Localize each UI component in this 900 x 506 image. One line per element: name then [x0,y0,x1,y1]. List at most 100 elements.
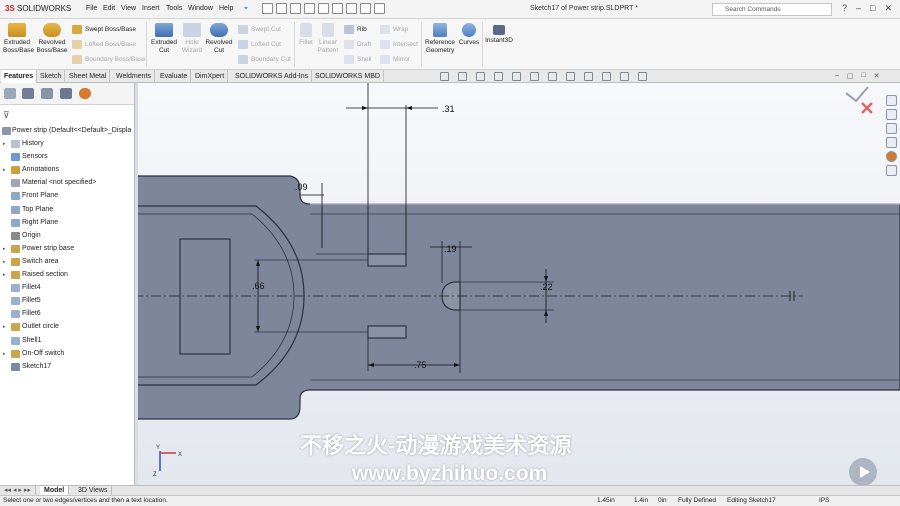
linear-pattern-button[interactable]: Linear Pattern [316,23,340,54]
edit-appearance-icon[interactable] [584,72,593,81]
options-icon[interactable] [374,3,385,14]
menu-tools[interactable]: Tools [166,5,182,12]
expand-arrow-icon[interactable]: ▸ [3,243,6,255]
boundary-boss-button[interactable]: Boundary Boss/Base [72,55,146,64]
model-canvas[interactable]: .31 .09 .66 .19 .22 .75 X Y Z [138,83,900,485]
wrap-button[interactable]: Wrap [380,25,408,34]
rebuild-icon[interactable] [360,3,371,14]
tree-root[interactable]: Power strip (Default<<Default>_Displa [0,125,134,137]
zoom-to-fit-icon[interactable] [440,72,449,81]
tree-item[interactable]: Top Plane [0,204,134,216]
open-icon[interactable] [276,3,287,14]
revolved-boss-button[interactable]: Revolved Boss/Base [36,23,68,54]
pin-icon[interactable]: ⌖ [244,5,248,13]
tree-item[interactable]: Shell1 [0,335,134,347]
status-units[interactable]: IPS [819,497,829,504]
rib-button[interactable]: Rib [344,25,367,34]
swept-cut-button[interactable]: Swept Cut [238,25,281,34]
filter-icon[interactable]: ⊽ [3,110,10,121]
file-explorer-icon[interactable] [886,123,897,134]
tree-item[interactable]: Origin [0,230,134,242]
print-icon[interactable] [304,3,315,14]
boundary-cut-button[interactable]: Boundary Cut [238,55,291,64]
expand-arrow-icon[interactable]: ▸ [3,348,6,360]
new-document-icon[interactable] [262,3,273,14]
tree-item[interactable]: Right Plane [0,217,134,229]
confirmation-corner[interactable] [845,86,873,114]
shell-button[interactable]: Shell [344,55,371,64]
graphics-area[interactable]: .31 .09 .66 .19 .22 .75 X Y Z [138,83,900,485]
dimxpert-manager-tab-icon[interactable] [60,88,72,99]
tree-item[interactable]: ▸ History [0,138,134,150]
display-pane-icon[interactable] [638,72,647,81]
reference-geometry-button[interactable]: Reference Geometry [424,23,456,54]
tree-item[interactable]: Fillet5 [0,295,134,307]
tree-item[interactable]: ▸ Annotations [0,164,134,176]
tree-item[interactable]: ▸ Power strip base [0,243,134,255]
tab-features[interactable]: Features [1,70,38,83]
hole-wizard-button[interactable]: Hole Wizard [180,23,204,54]
tree-item[interactable]: ▸ Switch area [0,256,134,268]
save-icon[interactable] [290,3,301,14]
swept-boss-button[interactable]: Swept Boss/Base [72,25,136,34]
property-manager-tab-icon[interactable] [22,88,34,99]
expand-arrow-icon[interactable]: ▸ [3,269,6,281]
undo-icon[interactable] [318,3,329,14]
lofted-cut-button[interactable]: Lofted Cut [238,40,281,49]
viewport-close-icon[interactable]: ✕ [874,72,880,80]
mirror-button[interactable]: Mirror [380,55,410,64]
expand-arrow-icon[interactable]: ▸ [3,321,6,333]
tree-item[interactable]: Sensors [0,151,134,163]
tree-item[interactable]: Material <not specified> [0,177,134,189]
redo-icon[interactable] [332,3,343,14]
previous-view-icon[interactable] [476,72,485,81]
hide-show-items-icon[interactable] [566,72,575,81]
play-button[interactable] [849,458,877,486]
menu-edit[interactable]: Edit [103,5,115,12]
view-settings-icon[interactable] [620,72,629,81]
viewport-minimize-icon[interactable]: – [835,72,839,80]
minimize-icon[interactable]: – [856,3,861,14]
maximize-icon[interactable]: □ [870,3,875,14]
design-library-icon[interactable] [886,109,897,120]
tab-sketch[interactable]: Sketch [37,70,66,83]
view-orientation-icon[interactable] [530,72,539,81]
tab-solidworks-add-ins[interactable]: SOLIDWORKS Add-Ins [232,70,313,83]
extruded-boss-button[interactable]: Extruded Boss/Base [3,23,34,54]
menu-window[interactable]: Window [188,5,213,12]
view-palette-icon[interactable] [886,137,897,148]
expand-arrow-icon[interactable]: ▸ [3,138,6,150]
display-manager-tab-icon[interactable] [79,88,91,99]
select-icon[interactable] [346,3,357,14]
revolved-cut-button[interactable]: Revolved Cut [205,23,233,54]
solidworks-logo[interactable]: 3S SOLIDWORKS [5,4,71,13]
curves-button[interactable]: Curves [457,23,481,47]
search-input[interactable]: Search Commands [712,3,832,16]
tree-item[interactable]: Fillet6 [0,308,134,320]
tree-item[interactable]: Fillet4 [0,282,134,294]
configuration-manager-tab-icon[interactable] [41,88,53,99]
tree-item[interactable]: Sketch17 [0,361,134,373]
lofted-boss-button[interactable]: Lofted Boss/Base [72,40,136,49]
menu-help[interactable]: Help [219,5,233,12]
solidworks-resources-icon[interactable] [886,95,897,106]
draft-button[interactable]: Draft [344,40,371,49]
tab-dimxpert[interactable]: DimXpert [192,70,229,83]
zoom-area-icon[interactable] [458,72,467,81]
tree-item[interactable]: ▸ On-Off switch [0,348,134,360]
apply-scene-icon[interactable] [602,72,611,81]
close-icon[interactable]: ✕ [884,3,892,14]
display-style-icon[interactable] [548,72,557,81]
expand-arrow-icon[interactable]: ▸ [3,256,6,268]
feature-manager-tab-icon[interactable] [4,88,16,99]
tree-item[interactable]: ▸ Outlet circle [0,321,134,333]
help-icon[interactable]: ? [842,3,847,14]
instant3d-button[interactable]: Instant3D [484,25,514,45]
menu-file[interactable]: File [86,5,97,12]
menu-view[interactable]: View [121,5,136,12]
viewport-maximize-icon[interactable]: □ [862,72,866,80]
custom-properties-icon[interactable] [886,165,897,176]
menu-insert[interactable]: Insert [142,5,160,12]
section-view-icon[interactable] [494,72,503,81]
tree-item[interactable]: Front Plane [0,190,134,202]
